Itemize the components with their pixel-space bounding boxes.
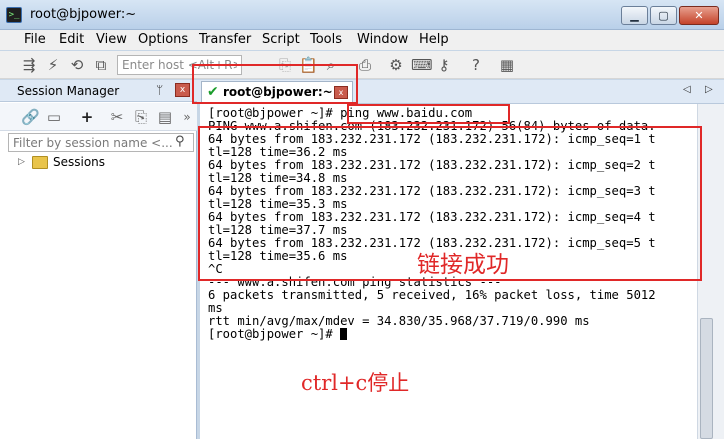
session-manager-title: Session Manager: [17, 84, 120, 98]
menu-options[interactable]: Options: [138, 32, 188, 47]
terminal-app-icon: >_: [6, 7, 22, 23]
folder-icon: [32, 156, 48, 169]
link-icon[interactable]: 🔗: [21, 108, 40, 126]
tree-item-sessions[interactable]: Sessions: [53, 155, 105, 169]
maximize-button[interactable]: ▢: [650, 6, 677, 25]
annotation-box-command: [347, 104, 510, 124]
terminal-cursor: [340, 328, 348, 340]
close-panel-button[interactable]: x: [175, 83, 190, 97]
disconnect-icon[interactable]: ⧉: [92, 56, 110, 74]
menu-help[interactable]: Help: [419, 32, 449, 47]
terminal-line: 6 packets transmitted, 5 received, 16% p…: [208, 288, 656, 302]
cut-icon[interactable]: ✂: [108, 108, 126, 126]
tab-next-icon[interactable]: ▷: [705, 84, 713, 95]
window-icon[interactable]: ▭: [45, 108, 63, 126]
session-toolbar: 🔗 ▭ + ✂ ⎘ ▤ »: [0, 103, 197, 131]
menu-window[interactable]: Window: [357, 32, 408, 47]
annotation-box-toolbar: [192, 64, 358, 104]
sftp-icon[interactable]: ▦: [498, 56, 516, 74]
close-window-button[interactable]: ✕: [679, 6, 719, 25]
menu-script[interactable]: Script: [262, 32, 300, 47]
window-title: root@bjpower:~: [30, 7, 137, 22]
print-icon[interactable]: ⎙: [356, 56, 374, 74]
settings-icon[interactable]: ⚙: [387, 56, 405, 74]
terminal-prompt: [root@bjpower ~]#: [208, 327, 341, 341]
add-icon[interactable]: +: [78, 108, 96, 126]
main-toolbar: ⇶ ⚡ ⟲ ⧉ ⎘ 📋 ⌕ ⎙ ⚙ ⌨ ⚷ ? ▦: [0, 51, 724, 79]
minimize-button[interactable]: ▁: [621, 6, 648, 25]
help-icon[interactable]: ?: [467, 56, 485, 74]
lightning-icon[interactable]: ⚡: [44, 56, 62, 74]
menu-view[interactable]: View: [96, 32, 127, 47]
search-icon[interactable]: ⚲: [175, 134, 185, 149]
connect-icon[interactable]: ⇶: [20, 56, 38, 74]
scrollbar-thumb[interactable]: [700, 318, 713, 439]
annotation-success-text: 链接成功: [417, 252, 509, 278]
annotation-ctrlc-text: ctrl+c停止: [301, 371, 410, 395]
copy-session-icon[interactable]: ⎘: [132, 108, 150, 126]
pin-icon[interactable]: ᛘ: [156, 83, 163, 97]
keymap-icon[interactable]: ⌨: [411, 56, 433, 74]
paste-session-icon[interactable]: ▤: [156, 108, 174, 126]
menu-edit[interactable]: Edit: [59, 32, 84, 47]
menu-bar: File Edit View Options Transfer Script T…: [0, 30, 724, 50]
session-manager-header: Session Manager ᛘ x: [0, 80, 197, 102]
tree-expander-icon[interactable]: ▷: [18, 157, 25, 167]
menu-file[interactable]: File: [24, 32, 46, 47]
reconnect-icon[interactable]: ⟲: [68, 56, 86, 74]
terminal-prompt-line: [root@bjpower ~]#: [208, 327, 348, 341]
tab-prev-icon[interactable]: ◁: [683, 84, 691, 95]
overflow-icon[interactable]: »: [178, 108, 196, 126]
menu-tools[interactable]: Tools: [310, 32, 342, 47]
session-filter-input[interactable]: [8, 133, 194, 152]
menu-transfer[interactable]: Transfer: [199, 32, 251, 47]
key-icon[interactable]: ⚷: [435, 56, 453, 74]
